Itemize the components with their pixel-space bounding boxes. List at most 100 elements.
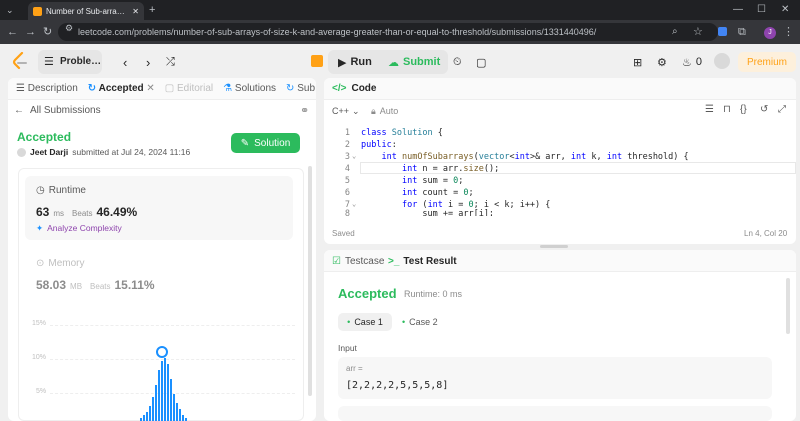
line-number: 1 (344, 128, 350, 138)
chart-bar[interactable] (170, 379, 172, 421)
case-1-tab[interactable]: • Case 1 (338, 313, 392, 331)
language-label: C++ (332, 106, 350, 116)
prev-problem-icon[interactable]: ‹ (123, 52, 127, 72)
url-input[interactable]: ⚙ leetcode.com/problems/number-of-sub-ar… (58, 23, 718, 41)
extensions-puzzle-icon[interactable]: ⧉ (738, 23, 746, 41)
arr-label: arr = (346, 364, 363, 373)
minimize-icon[interactable]: — (733, 1, 743, 19)
cursor-position: Ln 4, Col 20 (744, 229, 788, 238)
chart-bar[interactable] (173, 394, 175, 421)
streak-counter[interactable]: ♨ 0 (682, 52, 702, 72)
fold-chevron-icon[interactable]: ⌄ (352, 152, 356, 160)
code-line: int count = 0; (401, 188, 474, 198)
code-line: int sum = 0; (401, 176, 464, 186)
zoom-icon[interactable]: ⌕ (672, 23, 678, 41)
line-number: 8 (344, 209, 350, 216)
tab-submissions[interactable]: ↻ Sub (286, 83, 315, 94)
chart-bar[interactable] (179, 409, 181, 421)
tab-editorial[interactable]: ▢ Editorial (165, 83, 213, 94)
reload-icon[interactable]: ↻ (43, 23, 52, 41)
format-icon[interactable]: ☰ (705, 104, 714, 115)
submit-button[interactable]: ☁ Submit (388, 52, 440, 72)
premium-button[interactable]: Premium (738, 52, 796, 72)
code-title: </> Code (332, 83, 376, 94)
code-line: sum += arr[i]; (361, 209, 495, 216)
solution-button[interactable]: ✎ Solution (231, 133, 300, 153)
reset-icon[interactable]: ↺ (760, 104, 768, 115)
extension-icon[interactable] (718, 27, 727, 36)
share-link-icon[interactable]: ⚭ (300, 104, 309, 117)
layout-grid-icon[interactable]: ⊞ (633, 52, 642, 72)
tab-testcase-label: Testcase (344, 256, 385, 267)
analyze-complexity-link[interactable]: ✦ Analyze Complexity (36, 223, 122, 234)
panel-resize-handle[interactable] (540, 245, 568, 248)
chart-bar[interactable] (164, 358, 166, 421)
runtime-beats-value: 46.49% (96, 205, 138, 219)
result-scrollbar[interactable] (786, 278, 790, 334)
line-number: 5 (344, 176, 350, 186)
input-label: Input (338, 343, 357, 353)
settings-gear-icon[interactable]: ⚙ (657, 52, 667, 72)
chart-bar[interactable] (158, 370, 160, 421)
user-avatar-small (17, 147, 26, 157)
checkbox-icon: ☑ (332, 256, 341, 267)
chrome-menu-icon[interactable]: ⋮ (783, 23, 794, 41)
case-2-tab[interactable]: • Case 2 (402, 313, 438, 331)
submitter-name[interactable]: Jeet Darji (30, 147, 68, 157)
chart-bar[interactable] (143, 415, 145, 421)
chart-bar[interactable] (161, 361, 163, 421)
debugger-icon[interactable] (311, 55, 323, 67)
chart-bar[interactable] (152, 397, 154, 421)
site-info-icon[interactable]: ⚙ (65, 23, 73, 34)
timer-icon[interactable]: ⏲ (453, 52, 462, 72)
notes-icon[interactable]: ▢ (476, 52, 486, 72)
chart-bar[interactable] (182, 415, 184, 421)
tab-description[interactable]: ☰ Description (16, 83, 78, 94)
bookmark-icon[interactable]: ⊓ (723, 104, 731, 115)
chart-bar[interactable] (146, 412, 148, 421)
maximize-icon[interactable]: ☐ (757, 1, 766, 19)
back-icon[interactable]: ← (7, 23, 18, 41)
your-runtime-marker-icon[interactable] (156, 346, 168, 358)
next-problem-icon[interactable]: › (146, 52, 150, 72)
bookmark-star-icon[interactable]: ☆ (693, 23, 703, 41)
chart-bar[interactable] (149, 406, 151, 421)
chart-bar[interactable] (176, 403, 178, 421)
new-tab-icon[interactable]: + (149, 1, 155, 19)
close-accepted-tab-icon[interactable]: ✕ (146, 83, 154, 94)
code-brackets-icon: </> (332, 83, 347, 94)
tab-accepted[interactable]: ↻ Accepted ✕ (88, 83, 155, 94)
tab-testcase[interactable]: ☑ Testcase (332, 256, 384, 267)
tab-search-icon[interactable]: ⌄ (6, 1, 14, 19)
shuffle-icon[interactable]: ⤮ (166, 52, 175, 72)
solutions-flask-icon: ⚗ (223, 83, 233, 94)
leetcode-logo-icon[interactable] (12, 51, 28, 70)
problem-list-label: Proble… (60, 56, 102, 67)
fullscreen-icon[interactable]: ⤢ (778, 104, 786, 115)
memory-header[interactable]: ⊙ Memory (36, 258, 85, 269)
memory-title: Memory (48, 258, 85, 269)
profile-avatar-icon[interactable]: J (764, 27, 776, 39)
language-select[interactable]: C++ ⌄ (332, 106, 360, 117)
user-avatar[interactable] (714, 53, 730, 69)
fold-chevron-icon[interactable]: ⌄ (352, 200, 356, 208)
close-tab-icon[interactable]: ✕ (132, 7, 139, 16)
forward-icon[interactable]: → (25, 23, 36, 41)
chart-bar[interactable] (167, 364, 169, 421)
auto-mode-label: Auto (379, 106, 399, 116)
runtime-stats: 63 ms Beats 46.49% (36, 205, 137, 219)
case-dot-icon: • (402, 317, 406, 327)
run-button[interactable]: ▶ Run (338, 52, 372, 72)
close-window-icon[interactable]: ✕ (781, 1, 789, 19)
left-scrollbar[interactable] (308, 166, 312, 396)
y-tick-label: 15% (32, 320, 47, 327)
tab-submissions-label: Sub (297, 83, 316, 94)
all-submissions-link[interactable]: ← All Submissions (14, 105, 101, 116)
auto-mode[interactable]: 🔒︎ Auto (371, 106, 398, 117)
tab-solutions[interactable]: ⚗ Solutions (223, 83, 276, 94)
tab-test-result[interactable]: >_ Test Result (388, 256, 457, 267)
chart-bar[interactable] (155, 385, 157, 421)
braces-icon[interactable]: {} (740, 104, 747, 115)
problem-list-button[interactable]: ☰ Proble… (38, 50, 102, 74)
browser-tab[interactable]: Number of Sub-arrays of Size K ✕ (28, 2, 144, 20)
